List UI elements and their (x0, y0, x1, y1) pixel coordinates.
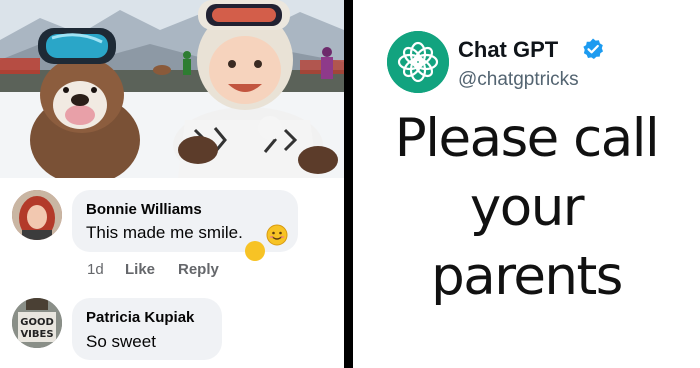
background-dog (153, 65, 171, 75)
tweet-body: Please call your parents (353, 104, 700, 311)
openai-logo-icon (387, 31, 449, 93)
commenter-avatar[interactable]: GOOD VIBES (12, 298, 62, 348)
comment-author[interactable]: Bonnie Williams (86, 201, 202, 218)
comment-text: This made me smile.😊 (86, 223, 265, 261)
comment-author[interactable]: Patricia Kupiak (86, 309, 194, 326)
comment-bubble[interactable]: Bonnie Williams This made me smile.😊 (72, 190, 298, 261)
avatar-photo-good-vibes: GOOD VIBES (12, 298, 62, 348)
facebook-post-panel: Bonnie Williams This made me smile.😊 1d … (0, 0, 344, 368)
avatar-photo (12, 190, 62, 240)
comment-bubble[interactable]: Patricia Kupiak So sweet (72, 298, 222, 360)
comment-actions: 1d Like Reply (87, 261, 287, 281)
tweet-panel: Chat GPT @chatgptricks Please call your … (353, 0, 700, 368)
reply-button[interactable]: Reply (178, 261, 219, 278)
panel-divider (344, 0, 353, 368)
like-button[interactable]: Like (125, 261, 155, 278)
comment-text: So sweet (86, 332, 156, 351)
snow-scene-illustration (0, 0, 344, 178)
tweet-line: parents (431, 246, 623, 307)
tweet-display-name[interactable]: Chat GPT (458, 37, 558, 63)
svg-text:VIBES: VIBES (20, 329, 53, 340)
svg-text:GOOD: GOOD (20, 317, 54, 328)
commenter-avatar[interactable] (12, 190, 62, 240)
background-skier (321, 47, 333, 79)
tweet-line: your (469, 177, 585, 238)
verified-badge-icon (583, 38, 603, 59)
smile-face-icon (266, 224, 288, 246)
comment-text-body: This made me smile. (86, 223, 243, 242)
tweet-line: Please call (394, 108, 660, 169)
tweet-avatar[interactable] (387, 31, 449, 93)
comment-timestamp[interactable]: 1d (87, 261, 104, 278)
background-skier (183, 51, 191, 75)
smile-emoji-icon: 😊 (244, 241, 265, 261)
tweet-handle[interactable]: @chatgptricks (458, 69, 579, 91)
meme-canvas: Bonnie Williams This made me smile.😊 1d … (0, 0, 700, 368)
post-photo[interactable] (0, 0, 344, 178)
